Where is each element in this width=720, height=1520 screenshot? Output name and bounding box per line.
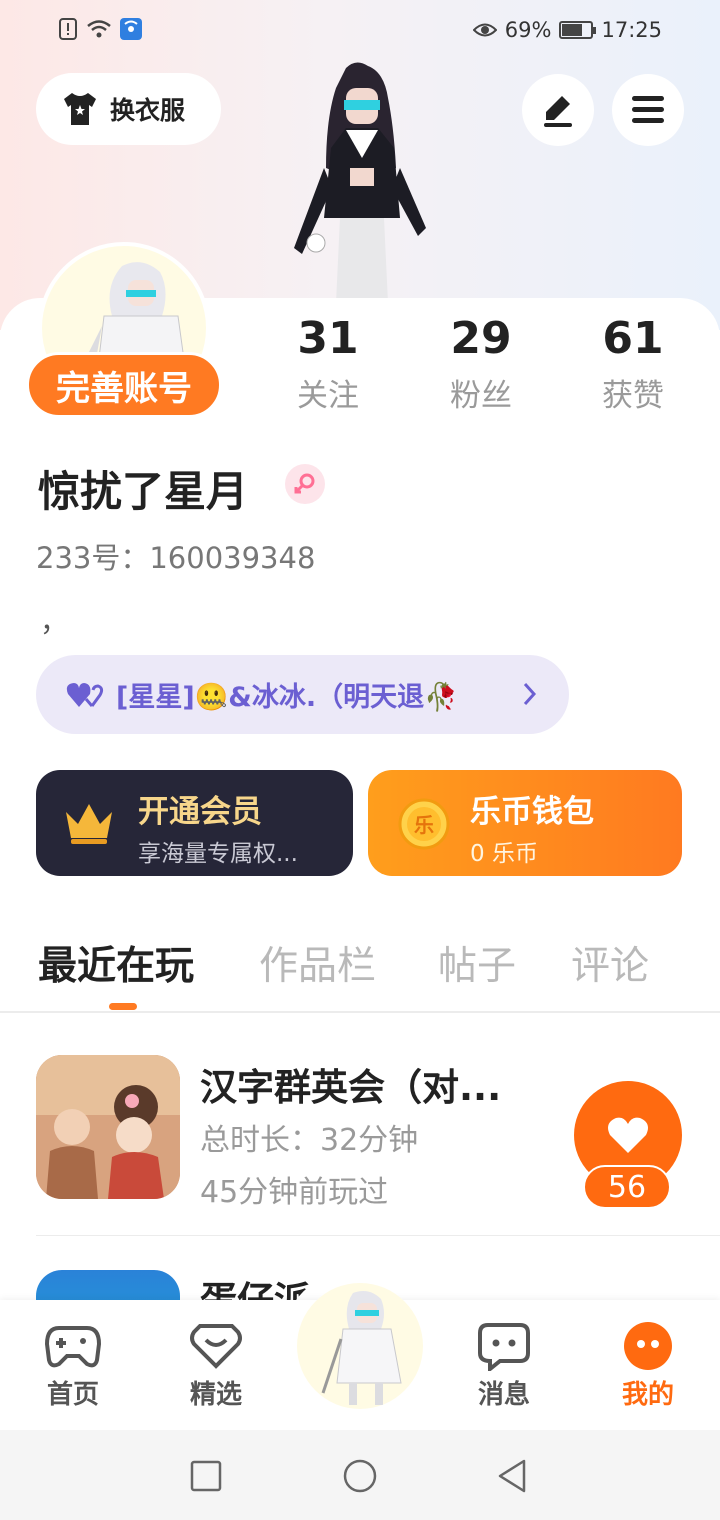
following-label: 关注 <box>297 378 359 414</box>
list-divider <box>36 1235 720 1236</box>
nav-center-avatar[interactable] <box>297 1283 423 1409</box>
vip-membership-card[interactable]: 开通会员 享海量专属权... <box>36 770 353 876</box>
clock: 17:25 <box>601 18 662 42</box>
vip-title: 开通会员 <box>138 794 262 830</box>
home-circle-icon[interactable] <box>342 1458 378 1494</box>
chat-icon <box>478 1323 530 1371</box>
change-outfit-button[interactable]: 换衣服 <box>36 73 221 145</box>
tab-recently-played[interactable]: 最近在玩 <box>38 935 194 991</box>
avatar-character-figure <box>294 62 426 303</box>
game-like-button[interactable]: 56 <box>556 1081 686 1211</box>
followers-count: 29 <box>450 313 512 364</box>
sim-alert-icon <box>59 18 77 40</box>
crown-icon <box>66 804 112 844</box>
change-outfit-label: 换衣服 <box>110 96 186 125</box>
recent-apps-icon[interactable] <box>190 1460 222 1492</box>
likes-count: 61 <box>602 313 664 364</box>
following-stat[interactable]: 31 关注 <box>268 312 388 415</box>
eye-comfort-icon <box>472 23 497 37</box>
tab-comments[interactable]: 评论 <box>571 935 649 991</box>
like-count: 56 <box>583 1165 671 1209</box>
nav-home[interactable]: 首页 <box>23 1318 123 1411</box>
center-avatar-illustration <box>321 1291 402 1405</box>
game-icon <box>36 1055 180 1199</box>
group-link-pill[interactable]: [星星]🤐&冰冰.（明天退🥀 <box>36 655 569 734</box>
likes-stat[interactable]: 61 获赞 <box>573 312 693 415</box>
nav-profile[interactable]: 我的 <box>598 1318 698 1411</box>
coin-icon: 乐 <box>398 798 450 850</box>
tab-posts[interactable]: 帖子 <box>438 935 516 991</box>
wallet-balance: 0 乐币 <box>470 841 538 867</box>
status-bar: 69% 17:25 <box>0 0 720 62</box>
followers-stat[interactable]: 29 粉丝 <box>421 312 541 415</box>
heart-badge-icon <box>190 1324 242 1369</box>
coin-glyph: 乐 <box>414 813 434 837</box>
tab-works[interactable]: 作品栏 <box>259 935 376 991</box>
nav-featured[interactable]: 精选 <box>166 1318 266 1411</box>
vip-subtitle: 享海量专属权... <box>138 841 298 867</box>
wallet-title: 乐币钱包 <box>470 794 594 830</box>
game-last-played: 45分钟前玩过 <box>200 1175 389 1210</box>
username: 惊扰了星月 <box>38 467 249 516</box>
heart-icon <box>608 1117 648 1153</box>
game-total-duration: 总时长：32分钟 <box>200 1123 419 1158</box>
likes-label: 获赞 <box>602 378 664 414</box>
hotspot-icon <box>120 18 142 40</box>
profile-dots-icon <box>624 1322 672 1370</box>
gamepad-icon <box>45 1326 101 1368</box>
chevron-right-icon <box>523 682 537 706</box>
battery-icon <box>559 21 597 39</box>
active-tab-indicator <box>109 1003 137 1010</box>
coin-wallet-card[interactable]: 乐 乐币钱包 0 乐币 <box>368 770 682 876</box>
game-title: 汉字群英会（对... <box>200 1066 502 1109</box>
battery-percent: 69% <box>504 18 552 42</box>
followers-label: 粉丝 <box>450 378 512 414</box>
nav-home-label: 首页 <box>46 1380 99 1410</box>
nav-featured-label: 精选 <box>189 1380 242 1410</box>
tshirt-icon <box>64 93 96 125</box>
group-link-text: [星星]🤐&冰冰.（明天退🥀 <box>116 682 458 713</box>
back-triangle-icon[interactable] <box>496 1458 528 1494</box>
pencil-icon <box>544 96 572 127</box>
nav-profile-label: 我的 <box>621 1380 674 1410</box>
nav-messages[interactable]: 消息 <box>454 1318 554 1411</box>
menu-button[interactable] <box>612 74 684 146</box>
female-gender-icon <box>285 464 325 504</box>
edit-profile-button[interactable] <box>522 74 594 146</box>
list-item[interactable]: 汉字群英会（对... 总时长：32分钟 45分钟前玩过 56 <box>36 1055 684 1210</box>
system-navigation-bar <box>0 1430 720 1520</box>
hamburger-menu-icon <box>632 96 664 123</box>
bio-text: ， <box>40 605 69 638</box>
nav-messages-label: 消息 <box>477 1380 530 1410</box>
following-count: 31 <box>297 313 359 364</box>
user-id: 233号：160039348 <box>36 541 316 575</box>
profile-tabs: 最近在玩 作品栏 帖子 评论 <box>0 935 720 1013</box>
double-heart-icon <box>66 682 104 707</box>
complete-account-button[interactable]: 完善账号 <box>26 352 222 418</box>
wifi-icon <box>87 20 111 38</box>
